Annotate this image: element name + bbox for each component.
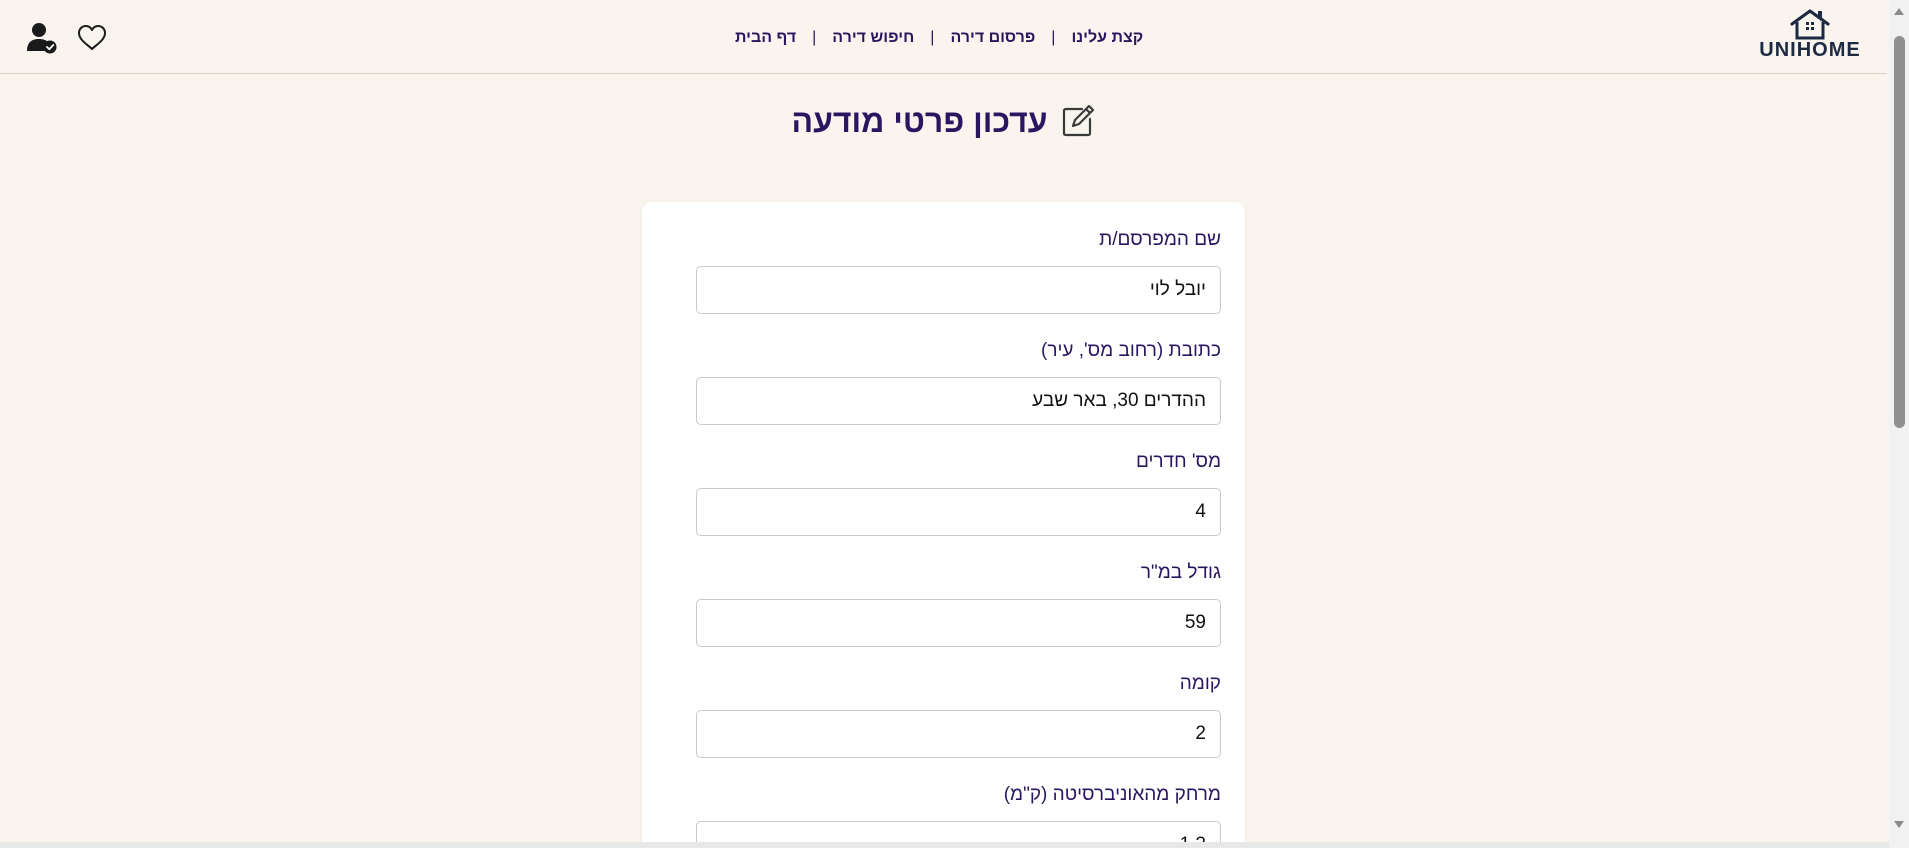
rooms-label: מס' חדרים [1135,451,1221,472]
publisher-name-field: שם המפרסם/ת [696,228,1221,314]
header-actions [24,20,110,56]
house-logo-icon [1790,9,1830,40]
publisher-name-label: שם המפרסם/ת [1099,229,1221,250]
nav-search-apartment-link[interactable]: חיפוש דירה [832,24,914,52]
app-viewport: UNIHOME דף הבית | חיפוש דירה | פרסום דיר… [0,0,1887,848]
nav-separator: | [930,29,935,46]
page-title-row: עדכון פרטי מודעה [0,100,1887,142]
nav-about-link[interactable]: קצת עלינו [1071,24,1143,52]
rooms-field: מס' חדרים [696,450,1221,536]
page-scrollbar[interactable] [1889,0,1909,848]
edit-listing-form: שם המפרסם/ת כתובת (רחוב מס', עיר) מס' חד… [642,202,1245,848]
university-distance-label: מרחק מהאוניברסיטה (ק"מ) [1003,784,1221,805]
top-header: UNIHOME דף הבית | חיפוש דירה | פרסום דיר… [0,0,1887,74]
window-bottom-edge [0,842,1889,848]
nav-separator: | [1051,29,1056,46]
nav-separator: | [812,29,817,46]
size-sqm-input[interactable] [696,599,1221,647]
size-sqm-field: גודל במ"ר [696,561,1221,647]
unihome-logo[interactable]: UNIHOME [1755,8,1865,66]
rooms-input[interactable] [696,488,1221,536]
main-nav: דף הבית | חיפוש דירה | פרסום דירה | קצת … [735,24,1143,52]
floor-field: קומה [696,672,1221,758]
page-title: עדכון פרטי מודעה [791,103,1048,139]
publisher-name-input[interactable] [696,266,1221,314]
nav-publish-apartment-link[interactable]: פרסום דירה [950,24,1035,52]
nav-home-link[interactable]: דף הבית [735,24,796,52]
edit-icon [1062,104,1094,137]
address-input[interactable] [696,377,1221,425]
scroll-down-arrow-icon[interactable] [1893,820,1905,830]
floor-label: קומה [1179,673,1221,694]
scrollbar-thumb[interactable] [1894,36,1905,428]
logo-text: UNIHOME [1759,39,1861,61]
heart-icon [78,25,106,50]
address-label: כתובת (רחוב מס', עיר) [1041,340,1221,361]
scroll-up-arrow-icon[interactable] [1893,6,1905,16]
floor-input[interactable] [696,710,1221,758]
account-button[interactable] [24,20,60,56]
size-sqm-label: גודל במ"ר [1140,562,1221,583]
user-check-icon [27,23,57,54]
university-distance-field: מרחק מהאוניברסיטה (ק"מ) [696,783,1221,848]
favorites-button[interactable] [74,20,110,56]
address-field: כתובת (רחוב מס', עיר) [696,339,1221,425]
